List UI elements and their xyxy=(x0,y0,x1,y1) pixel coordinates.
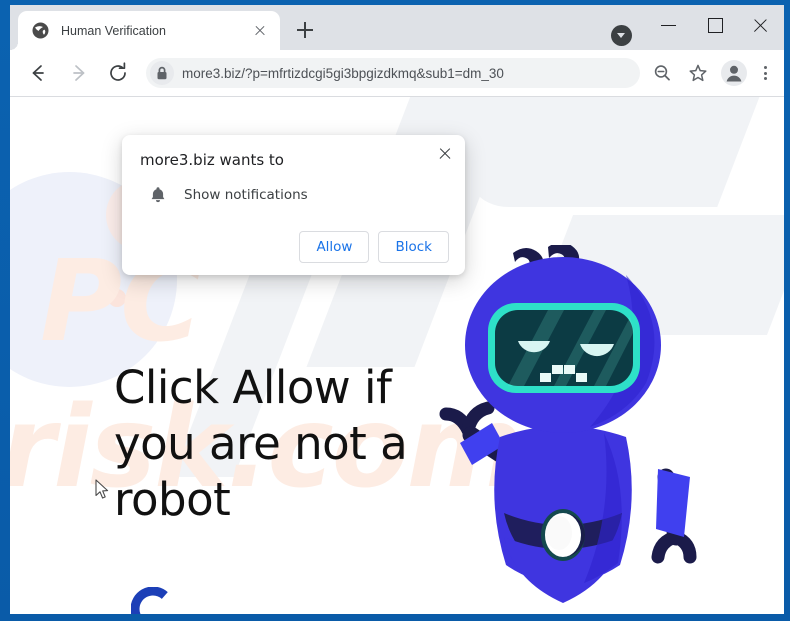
chevron-down-icon[interactable] xyxy=(611,25,632,46)
block-button[interactable]: Block xyxy=(378,231,449,263)
lock-icon[interactable] xyxy=(150,61,174,85)
address-bar[interactable]: more3.biz/?p=mfrtizdcgi5gi3bpgizdkmq&sub… xyxy=(146,58,640,88)
maximize-button[interactable] xyxy=(692,5,738,45)
back-button[interactable] xyxy=(23,58,53,88)
confused-robot-illustration xyxy=(408,242,708,614)
bell-icon xyxy=(148,185,168,205)
c-logo-icon xyxy=(130,586,175,614)
forward-button[interactable] xyxy=(63,58,93,88)
browser-tab-human-verification[interactable]: Human Verification xyxy=(10,11,280,50)
star-icon[interactable] xyxy=(683,58,713,88)
os-window-frame: Human Verification more3.biz/?p=mfrtizdc… xyxy=(0,0,790,621)
close-icon[interactable] xyxy=(434,143,456,165)
decorative-slash xyxy=(449,97,775,207)
close-window-button[interactable] xyxy=(738,5,784,45)
reload-button[interactable] xyxy=(103,58,133,88)
browser-window: Human Verification more3.biz/?p=mfrtizdc… xyxy=(10,5,784,614)
address-bar-url: more3.biz/?p=mfrtizdcgi5gi3bpgizdkmq&sub… xyxy=(182,65,504,81)
dialog-title: more3.biz wants to xyxy=(140,151,284,169)
right-arm-cuff xyxy=(656,469,690,537)
dialog-actions: Allow Block xyxy=(140,231,449,263)
page-title: Click Allow if you are not a robot xyxy=(114,361,408,526)
profile-avatar-icon[interactable] xyxy=(721,60,747,86)
new-tab-button[interactable] xyxy=(293,18,317,42)
allow-button[interactable]: Allow xyxy=(299,231,370,263)
captcha-logo: E-CAPTCHA xyxy=(122,586,184,614)
toolbar-right-actions xyxy=(644,58,776,88)
permission-label: Show notifications xyxy=(184,187,308,203)
permission-row: Show notifications xyxy=(140,185,449,205)
globe-icon xyxy=(32,22,49,39)
close-icon[interactable] xyxy=(250,21,270,41)
browser-toolbar: more3.biz/?p=mfrtizdcgi5gi3bpgizdkmq&sub… xyxy=(10,50,784,97)
tab-title: Human Verification xyxy=(61,23,166,38)
minimize-button[interactable] xyxy=(646,5,692,45)
page-content: PC risk.com Click Allow if you are not a… xyxy=(10,97,784,614)
tab-strip: Human Verification xyxy=(10,5,784,50)
notification-permission-dialog: more3.biz wants to Show notifications Al… xyxy=(122,135,465,275)
zoom-out-icon[interactable] xyxy=(647,58,677,88)
three-dot-menu-icon[interactable] xyxy=(754,58,776,88)
window-controls xyxy=(646,5,784,45)
